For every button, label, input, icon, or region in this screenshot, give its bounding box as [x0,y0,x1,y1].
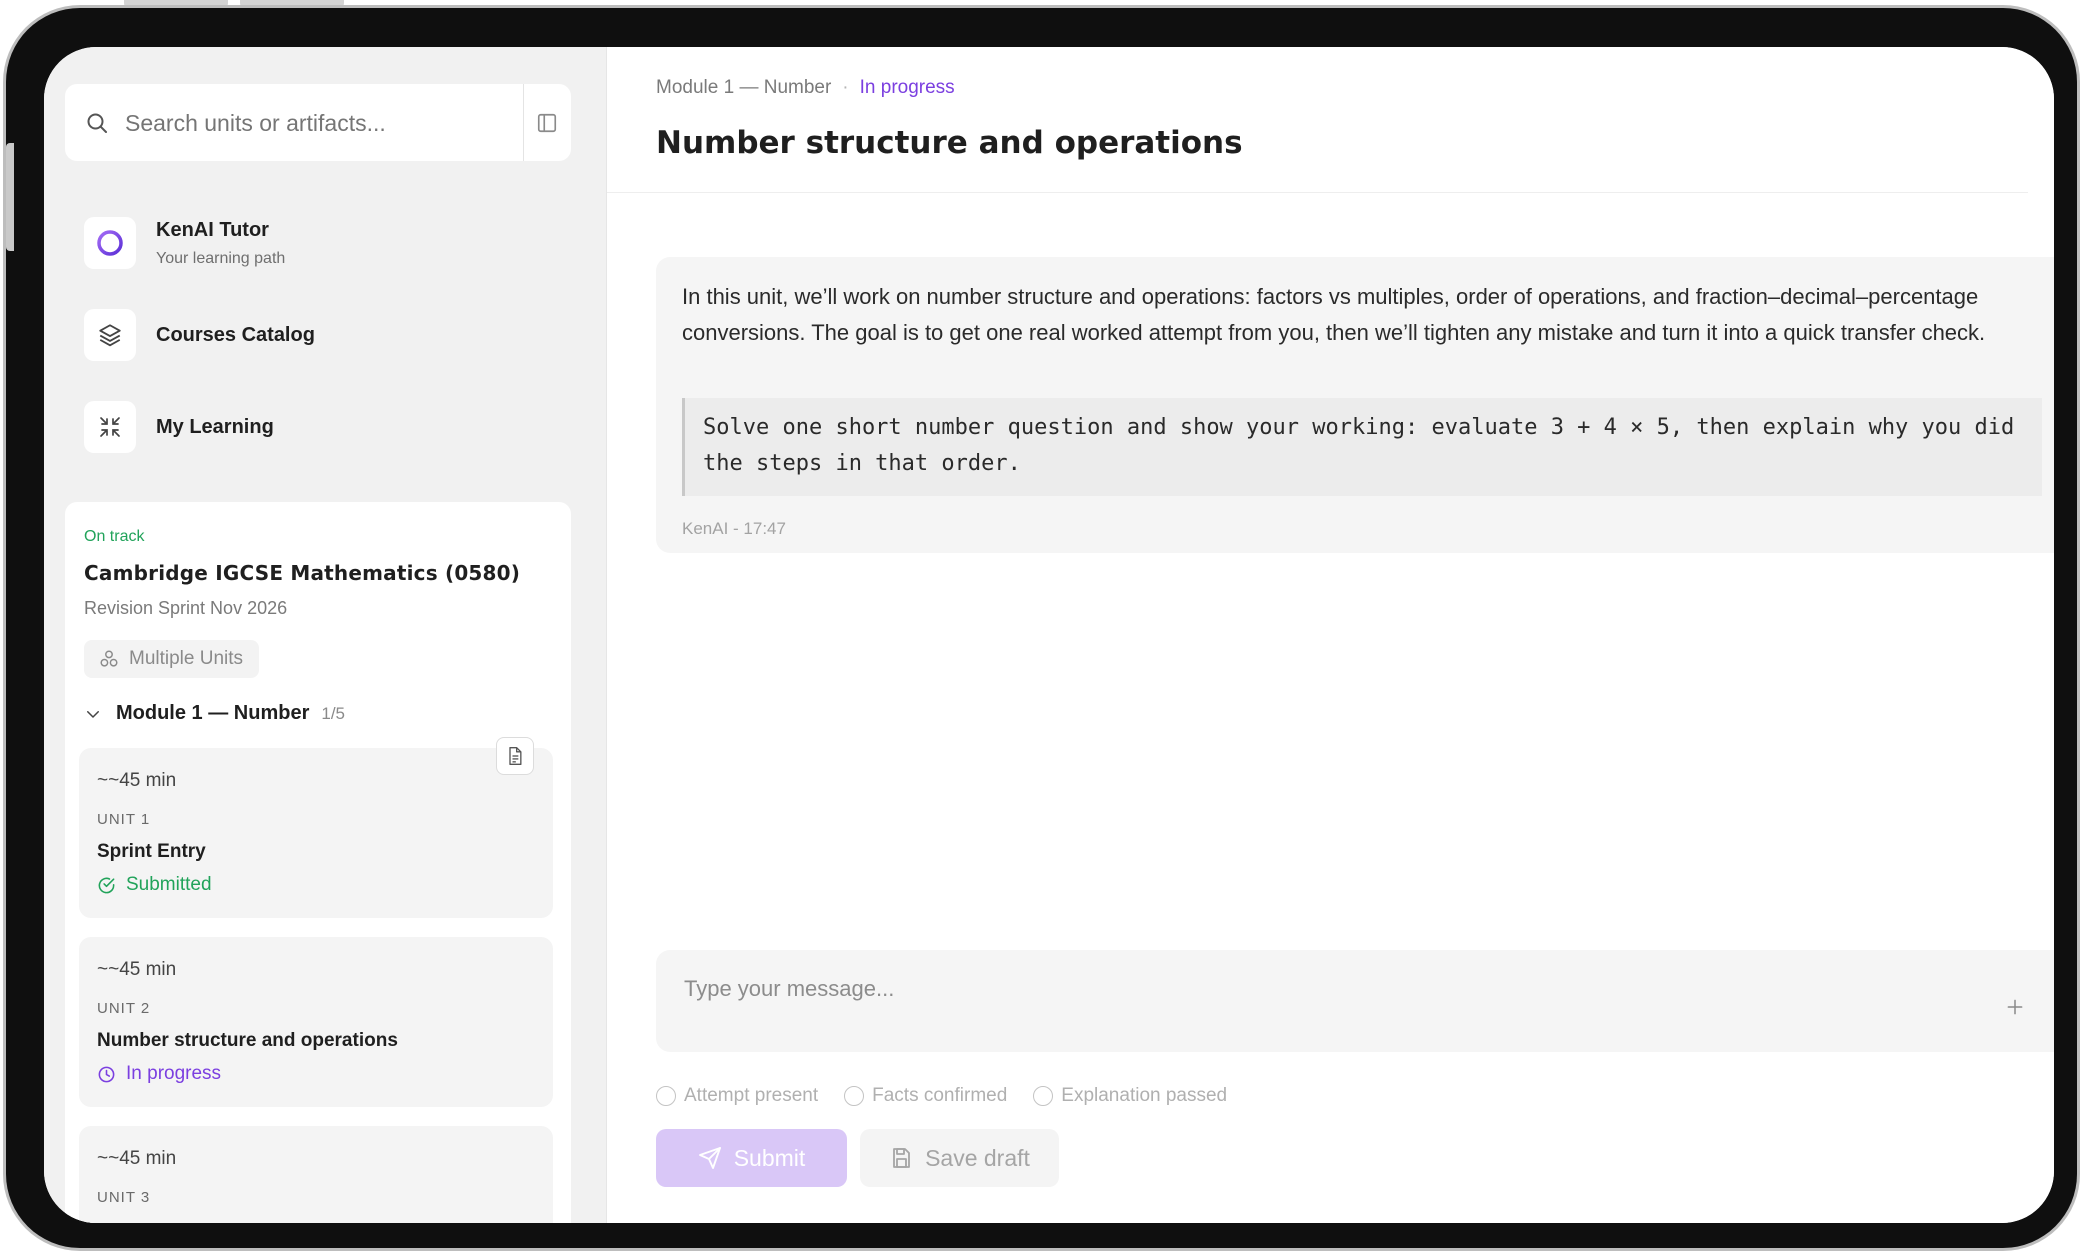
message-task-block: Solve one short number question and show… [682,398,2042,496]
module-toggle[interactable]: Module 1 — Number 1/5 [84,702,345,725]
radio-circle-icon [844,1086,865,1106]
breadcrumb-module[interactable]: Module 1 — Number [656,77,831,99]
check-explanation-passed: Explanation passed [1033,1085,1227,1107]
units-chip-label: Multiple Units [129,648,244,669]
submit-button[interactable]: Submit [656,1129,847,1187]
course-status: On track [84,528,145,545]
save-draft-button[interactable]: Save draft [860,1129,1059,1187]
header-divider [607,192,2028,193]
unit-title: Number structure and operations [97,1030,398,1051]
sidebar-item-my-learning[interactable]: My Learning [84,401,274,453]
course-title: Cambridge IGCSE Mathematics (0580) [84,561,521,585]
sidebar-item-label: Courses Catalog [156,323,315,346]
breadcrumb-separator: · [842,77,849,98]
units-icon [100,650,118,667]
unit-duration: ~~45 min [97,1148,177,1169]
search-icon [87,113,107,133]
sidebar: KenAI Tutor Your learning path Courses C… [44,47,607,1223]
sidebar-item-label: My Learning [156,415,274,438]
unit-status-badge: Submitted [97,874,212,896]
course-card: On track Cambridge IGCSE Mathematics (05… [65,502,571,1223]
unit-status-badge: In progress [97,1063,221,1085]
unit-document-button[interactable] [496,737,534,775]
course-subtitle: Revision Sprint Nov 2026 [84,598,288,618]
unit-card[interactable]: ~~45 min UNIT 2 Number structure and ope… [79,937,553,1107]
unit-title: Sprint Entry [97,841,206,862]
module-progress: 1/5 [321,703,345,723]
units-chip: Multiple Units [84,640,260,678]
attach-button[interactable] [2002,994,2028,1020]
module-label: Module 1 — Number [116,702,310,724]
message-composer [656,950,2054,1052]
message-input[interactable] [682,968,1966,1010]
sidebar-item-kenai-tutor[interactable]: KenAI Tutor Your learning path [84,217,285,269]
unit-label: UNIT 2 [97,1000,151,1017]
check-label: Facts confirmed [872,1085,1008,1106]
message-text: In this unit, we’ll work on number struc… [682,284,1986,345]
sidebar-toggle-icon [537,113,557,132]
device-side-button [6,143,14,251]
unit-duration: ~~45 min [97,959,177,980]
unit-card[interactable]: ~~45 min UNIT 3 [79,1126,553,1223]
clock-icon [98,1066,115,1082]
check-attempt-present: Attempt present [656,1085,818,1107]
main-panel: Module 1 — Number · In progress Number s… [607,47,2054,1223]
tutor-message: In this unit, we’ll work on number struc… [656,257,2054,553]
plus-icon [2007,999,2023,1015]
unit-status-label: Submitted [126,874,212,895]
unit-card[interactable]: ~~45 min UNIT 1 Sprint Entry Submitted [79,748,553,918]
unit-status-label: In progress [126,1063,222,1084]
save-draft-label: Save draft [925,1144,1030,1171]
ring-logo-icon [84,217,136,269]
tablet-frame: KenAI Tutor Your learning path Courses C… [6,8,2077,1248]
send-icon [698,1147,721,1169]
page-title: Number structure and operations [656,125,1243,161]
sidebar-toggle-button[interactable] [523,84,571,161]
layers-icon [84,309,136,361]
unit-label: UNIT 3 [97,1189,151,1206]
sidebar-item-subtitle: Your learning path [156,249,286,267]
submit-label: Submit [733,1144,806,1171]
radio-circle-icon [1033,1086,1054,1106]
sidebar-item-courses-catalog[interactable]: Courses Catalog [84,309,315,361]
check-facts-confirmed: Facts confirmed [844,1085,1007,1107]
unit-label: UNIT 1 [97,811,151,828]
search-input[interactable] [123,84,497,163]
search-box [65,84,571,163]
check-label: Explanation passed [1061,1085,1228,1106]
breadcrumb-status: In progress [859,77,955,98]
collapse-arrows-icon [84,401,136,453]
completion-checks: Attempt present Facts confirmed Explanat… [656,1085,1253,1107]
app-screen: KenAI Tutor Your learning path Courses C… [44,47,2054,1223]
check-label: Attempt present [684,1085,819,1106]
document-icon [509,747,522,765]
chevron-down-icon [87,710,99,718]
unit-duration: ~~45 min [97,770,177,791]
message-meta: KenAI - 17:47 [682,519,786,538]
check-circle-icon [98,877,115,893]
radio-circle-icon [656,1086,676,1106]
sidebar-item-label: KenAI Tutor [156,218,269,241]
breadcrumb: Module 1 — Number · In progress [656,77,955,99]
save-icon [893,1148,910,1168]
